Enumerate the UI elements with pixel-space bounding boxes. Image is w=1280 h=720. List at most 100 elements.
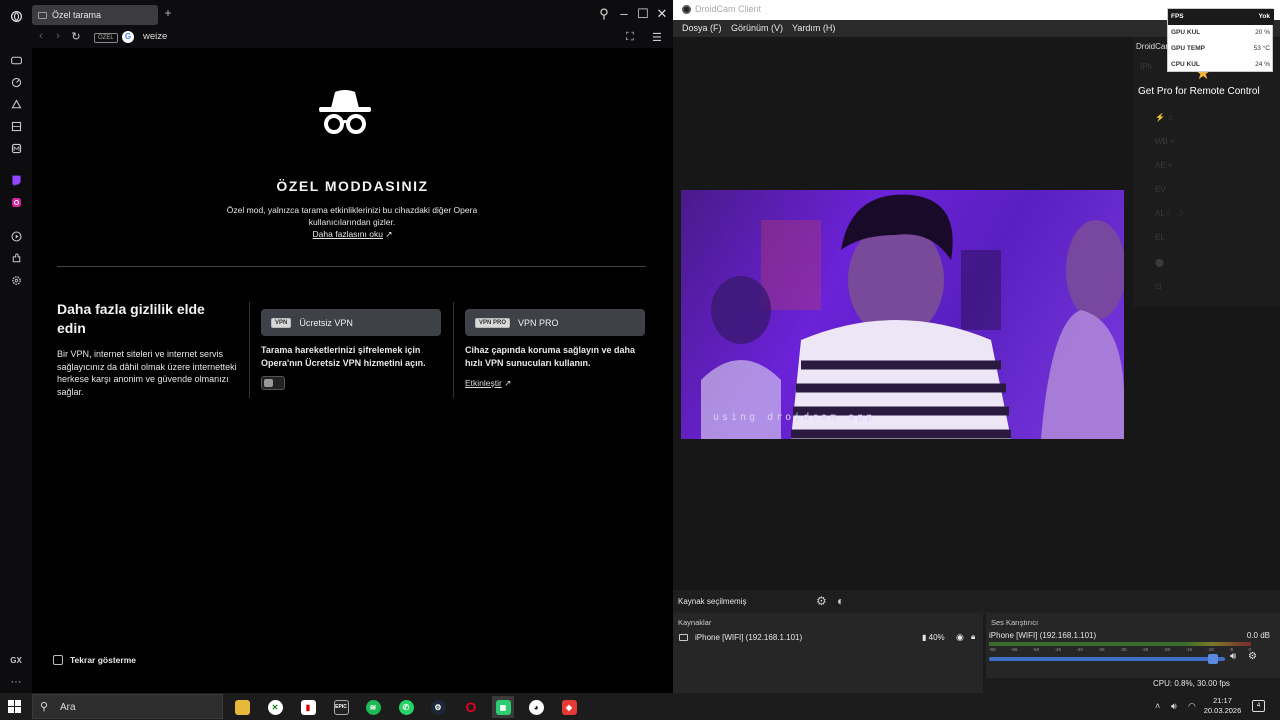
- cpu-fps-readout: CPU: 0.8%, 30.00 fps: [1153, 679, 1230, 688]
- source-settings-gear-icon[interactable]: ⚙: [816, 594, 827, 608]
- activate-text[interactable]: Etkinleştir: [465, 378, 502, 388]
- xbox-icon[interactable]: ✕: [264, 696, 286, 718]
- search-tabs-icon[interactable]: ⚲: [595, 6, 613, 22]
- instagram-icon[interactable]: [6, 192, 26, 212]
- white-balance-control[interactable]: WB ˅: [1155, 137, 1175, 146]
- hardware-monitor-overlay: FPS Yok GPU KUL 20 % GPU TEMP 53 °C CPU …: [1167, 8, 1274, 72]
- meter-tick-label: -45: [1054, 647, 1061, 652]
- close-button[interactable]: ✕: [653, 6, 671, 22]
- twitch-icon[interactable]: [6, 170, 26, 190]
- file-explorer-icon[interactable]: [231, 696, 253, 718]
- whatsapp-icon[interactable]: ✆: [395, 696, 417, 718]
- opera-gx-taskbar-icon[interactable]: O: [460, 696, 482, 718]
- opera-logo-icon[interactable]: [6, 6, 26, 26]
- meter-tick-label: -35: [1098, 647, 1105, 652]
- dont-show-checkbox[interactable]: [53, 655, 63, 665]
- search-icon: ⚲: [40, 701, 49, 713]
- free-vpn-card[interactable]: VPN Ücretsiz VPN: [261, 309, 441, 336]
- back-icon[interactable]: ‹: [34, 30, 48, 42]
- windows-start-icon[interactable]: [8, 700, 21, 713]
- reload-icon[interactable]: ↻: [69, 30, 83, 43]
- visibility-eye-icon[interactable]: ◉: [956, 632, 964, 643]
- gx-corner-icon[interactable]: [6, 94, 26, 114]
- notification-center-icon[interactable]: 4: [1252, 700, 1265, 712]
- droidcam-taskbar-icon[interactable]: ◼: [492, 696, 514, 718]
- learn-more-text[interactable]: Daha fazlasını oku: [313, 229, 383, 239]
- ev-control[interactable]: EV: [1155, 185, 1166, 194]
- anydesk-icon[interactable]: ◆: [558, 696, 580, 718]
- camera-frame-image: [701, 194, 1124, 439]
- settings-gear-icon[interactable]: [6, 270, 26, 290]
- overlay-key: CPU KUL: [1171, 61, 1200, 68]
- learn-more-link[interactable]: Daha fazlasını oku ↗: [32, 229, 673, 240]
- device-control[interactable]: IPh: [1140, 62, 1152, 71]
- al-control[interactable]: AL ☾ ☽: [1155, 209, 1183, 218]
- speaker-icon[interactable]: 🔊︎: [1230, 651, 1236, 662]
- lock-icon[interactable]: 🔒︎: [971, 632, 975, 642]
- taskbar-search[interactable]: ⚲ Ara: [32, 694, 223, 719]
- source-filters-icon[interactable]: ◐: [837, 594, 844, 608]
- forward-icon[interactable]: ›: [51, 30, 65, 42]
- menu-file[interactable]: Dosya (F): [682, 23, 722, 33]
- steam-icon[interactable]: ⚙: [427, 696, 449, 718]
- more-options-icon[interactable]: ···: [6, 672, 26, 692]
- column-separator: [453, 302, 454, 398]
- easy-setup-icon[interactable]: ☰: [652, 31, 662, 44]
- sources-dock: Kaynaklar iPhone [WIFI] (192.168.1.101) …: [673, 614, 983, 693]
- flash-control[interactable]: ⚡ ♫: [1155, 113, 1173, 122]
- speed-dial-icon[interactable]: [6, 72, 26, 92]
- mixer-source-name: iPhone [WIFI] (192.168.1.101): [989, 631, 1097, 640]
- tab-private-browsing[interactable]: Özel tarama: [32, 5, 158, 25]
- menu-view[interactable]: Görünüm (V): [731, 23, 783, 33]
- news-icon[interactable]: [6, 116, 26, 136]
- epic-games-icon[interactable]: EPIC: [330, 696, 352, 718]
- mixer-settings-gear-icon[interactable]: ⚙: [1248, 651, 1257, 662]
- opera-window: GX ··· Özel tarama + ⚲ – ☐ ✕ ‹ › ↻ ÖZEL …: [0, 0, 673, 693]
- messenger-icon[interactable]: [6, 138, 26, 158]
- meter-tick-label: -20: [1163, 647, 1171, 652]
- snapshot-icon[interactable]: ⛶: [626, 31, 634, 44]
- free-vpn-description: Tarama hareketlerinizi şifrelemek için O…: [261, 345, 426, 368]
- extensions-icon[interactable]: [6, 248, 26, 268]
- volume-tray-icon[interactable]: 🔊︎: [1171, 701, 1177, 712]
- maximize-button[interactable]: ☐: [634, 6, 652, 22]
- record-control[interactable]: ⬤: [1155, 258, 1164, 267]
- show-hidden-icons-chevron-icon[interactable]: ˄: [1155, 701, 1160, 711]
- volume-slider-track[interactable]: [989, 657, 1225, 661]
- minimize-button[interactable]: –: [615, 6, 633, 22]
- get-pro-link[interactable]: Get Pro for Remote Control: [1138, 86, 1260, 97]
- gx-control-icon[interactable]: [6, 50, 26, 70]
- droidcam-title: DroidCam Client: [695, 4, 762, 14]
- menu-help[interactable]: Yardım (H): [792, 23, 835, 33]
- acrobat-icon[interactable]: ▮: [297, 696, 319, 718]
- overlay-row-gpu-usage: GPU KUL 20 %: [1168, 25, 1274, 41]
- new-tab-button[interactable]: +: [161, 6, 175, 20]
- gx-label[interactable]: GX: [6, 650, 26, 670]
- dont-show-again[interactable]: Tekrar gösterme: [53, 655, 136, 665]
- meter-tick-label: -30: [1119, 647, 1127, 652]
- battery-level: 40%: [928, 633, 945, 642]
- el-control[interactable]: EL: [1155, 233, 1165, 242]
- url-input[interactable]: weize: [143, 31, 167, 42]
- vpn-pro-card[interactable]: VPN PRO VPN PRO: [465, 309, 645, 336]
- overlay-key: GPU TEMP: [1171, 45, 1205, 52]
- meter-tick-label: -40: [1076, 647, 1083, 652]
- exposure-control[interactable]: AE ˅: [1155, 161, 1173, 170]
- clock-time: 21:17: [1213, 696, 1232, 705]
- meter-tick-label: -15: [1185, 647, 1192, 652]
- player-icon[interactable]: [6, 226, 26, 246]
- vpn-badge: VPN: [271, 317, 292, 328]
- source-item[interactable]: iPhone [WIFI] (192.168.1.101) ▮ 40% ◉ 🔒︎: [678, 632, 978, 644]
- volume-slider-knob[interactable]: [1208, 654, 1218, 664]
- droidcam-window: DroidCam Client Dosya (F) Görünüm (V) Ya…: [673, 0, 1280, 693]
- snapshot-control[interactable]: ⊡: [1155, 282, 1162, 291]
- taskbar-clock[interactable]: 21:17 20.03.2026: [1200, 696, 1245, 716]
- free-vpn-toggle[interactable]: [261, 376, 285, 390]
- incognito-spy-icon: [319, 90, 371, 134]
- wifi-tray-icon[interactable]: ◠: [1188, 701, 1196, 712]
- github-icon[interactable]: ◕: [525, 696, 547, 718]
- overlay-value: 53 °C: [1253, 45, 1270, 52]
- vpn-pro-label: VPN PRO: [518, 317, 559, 328]
- spotify-icon[interactable]: ≋: [362, 696, 384, 718]
- activate-link[interactable]: Etkinleştir ↗: [465, 378, 511, 389]
